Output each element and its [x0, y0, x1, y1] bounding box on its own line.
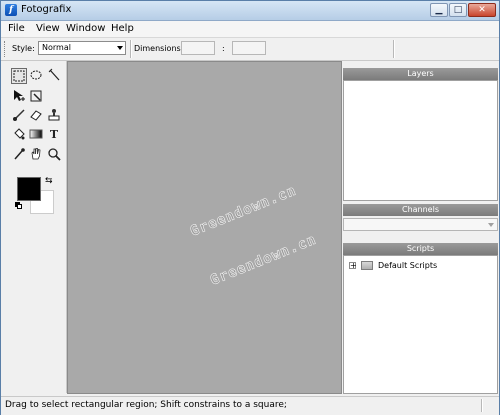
- color-swatches: ⇆: [10, 174, 62, 216]
- width-field[interactable]: [181, 41, 215, 55]
- magic-wand-icon[interactable]: [46, 68, 62, 84]
- close-icon[interactable]: ✕: [468, 3, 496, 17]
- window-title: Fotografix: [21, 4, 72, 15]
- style-value: Normal: [42, 43, 71, 52]
- app-icon: f: [5, 4, 17, 16]
- menu-help[interactable]: Help: [111, 23, 134, 34]
- watermark-text: Greendown.cn: [208, 231, 320, 289]
- toolbar-grip[interactable]: [4, 41, 7, 57]
- app-window: f Fotografix ▁ □ ✕ File View Window Help…: [0, 0, 500, 415]
- stamp-icon[interactable]: [46, 108, 62, 124]
- menu-bar: File View Window Help: [1, 21, 499, 38]
- options-bar: Style: Normal Dimensions: :: [1, 38, 499, 61]
- expand-icon[interactable]: +: [349, 262, 357, 270]
- menu-view[interactable]: View: [36, 23, 60, 34]
- scripts-panel: + Default Scripts: [343, 255, 498, 394]
- text-icon[interactable]: T: [46, 127, 62, 143]
- separator: [481, 399, 483, 412]
- window-controls: ▁ □ ✕: [430, 3, 496, 17]
- move-arrow-icon[interactable]: [11, 89, 27, 105]
- side-panels: Layers Channels Scripts + Default Script…: [343, 61, 499, 394]
- dimension-separator: :: [222, 44, 225, 53]
- dimensions-label: Dimensions:: [134, 44, 184, 53]
- canvas-area[interactable]: Greendown.cn Greendown.cn: [67, 61, 342, 394]
- channels-panel-title[interactable]: Channels: [343, 204, 498, 216]
- style-label: Style:: [12, 44, 35, 53]
- style-select[interactable]: Normal: [38, 41, 126, 55]
- status-text: Drag to select rectangular region; Shift…: [5, 400, 287, 410]
- title-bar[interactable]: f Fotografix ▁ □ ✕: [1, 1, 499, 21]
- swap-colors-icon[interactable]: ⇆: [45, 176, 53, 186]
- scripts-panel-title[interactable]: Scripts: [343, 243, 498, 255]
- chevron-down-icon: [117, 46, 123, 50]
- magnifier-icon[interactable]: [46, 147, 62, 163]
- menu-window[interactable]: Window: [66, 23, 105, 34]
- gradient-icon[interactable]: [28, 127, 44, 143]
- menu-file[interactable]: File: [8, 23, 25, 34]
- separator: [130, 40, 132, 58]
- status-bar: Drag to select rectangular region; Shift…: [1, 396, 499, 415]
- layers-panel-title[interactable]: Layers: [343, 68, 498, 80]
- height-field[interactable]: [232, 41, 266, 55]
- bucket-icon[interactable]: [11, 127, 27, 143]
- watermark-text: Greendown.cn: [188, 182, 300, 240]
- chevron-down-icon: [488, 223, 494, 227]
- marquee-ellipse-icon[interactable]: [28, 68, 44, 84]
- separator: [393, 40, 395, 58]
- hand-icon[interactable]: [28, 147, 44, 163]
- foreground-color-swatch[interactable]: [17, 177, 41, 201]
- brush-icon[interactable]: [11, 108, 27, 124]
- layers-panel[interactable]: [343, 80, 498, 201]
- channels-select[interactable]: [343, 218, 498, 231]
- eraser-icon[interactable]: [28, 108, 44, 124]
- crop-icon[interactable]: [28, 89, 44, 105]
- eyedropper-icon[interactable]: [11, 147, 27, 163]
- maximize-icon[interactable]: □: [449, 3, 467, 17]
- tree-item-label: Default Scripts: [378, 261, 438, 270]
- marquee-rect-icon[interactable]: [11, 68, 27, 84]
- default-colors-icon[interactable]: [15, 202, 22, 209]
- toolbox: T ⇆: [4, 61, 67, 393]
- folder-icon: [361, 261, 373, 270]
- minimize-icon[interactable]: ▁: [430, 3, 448, 17]
